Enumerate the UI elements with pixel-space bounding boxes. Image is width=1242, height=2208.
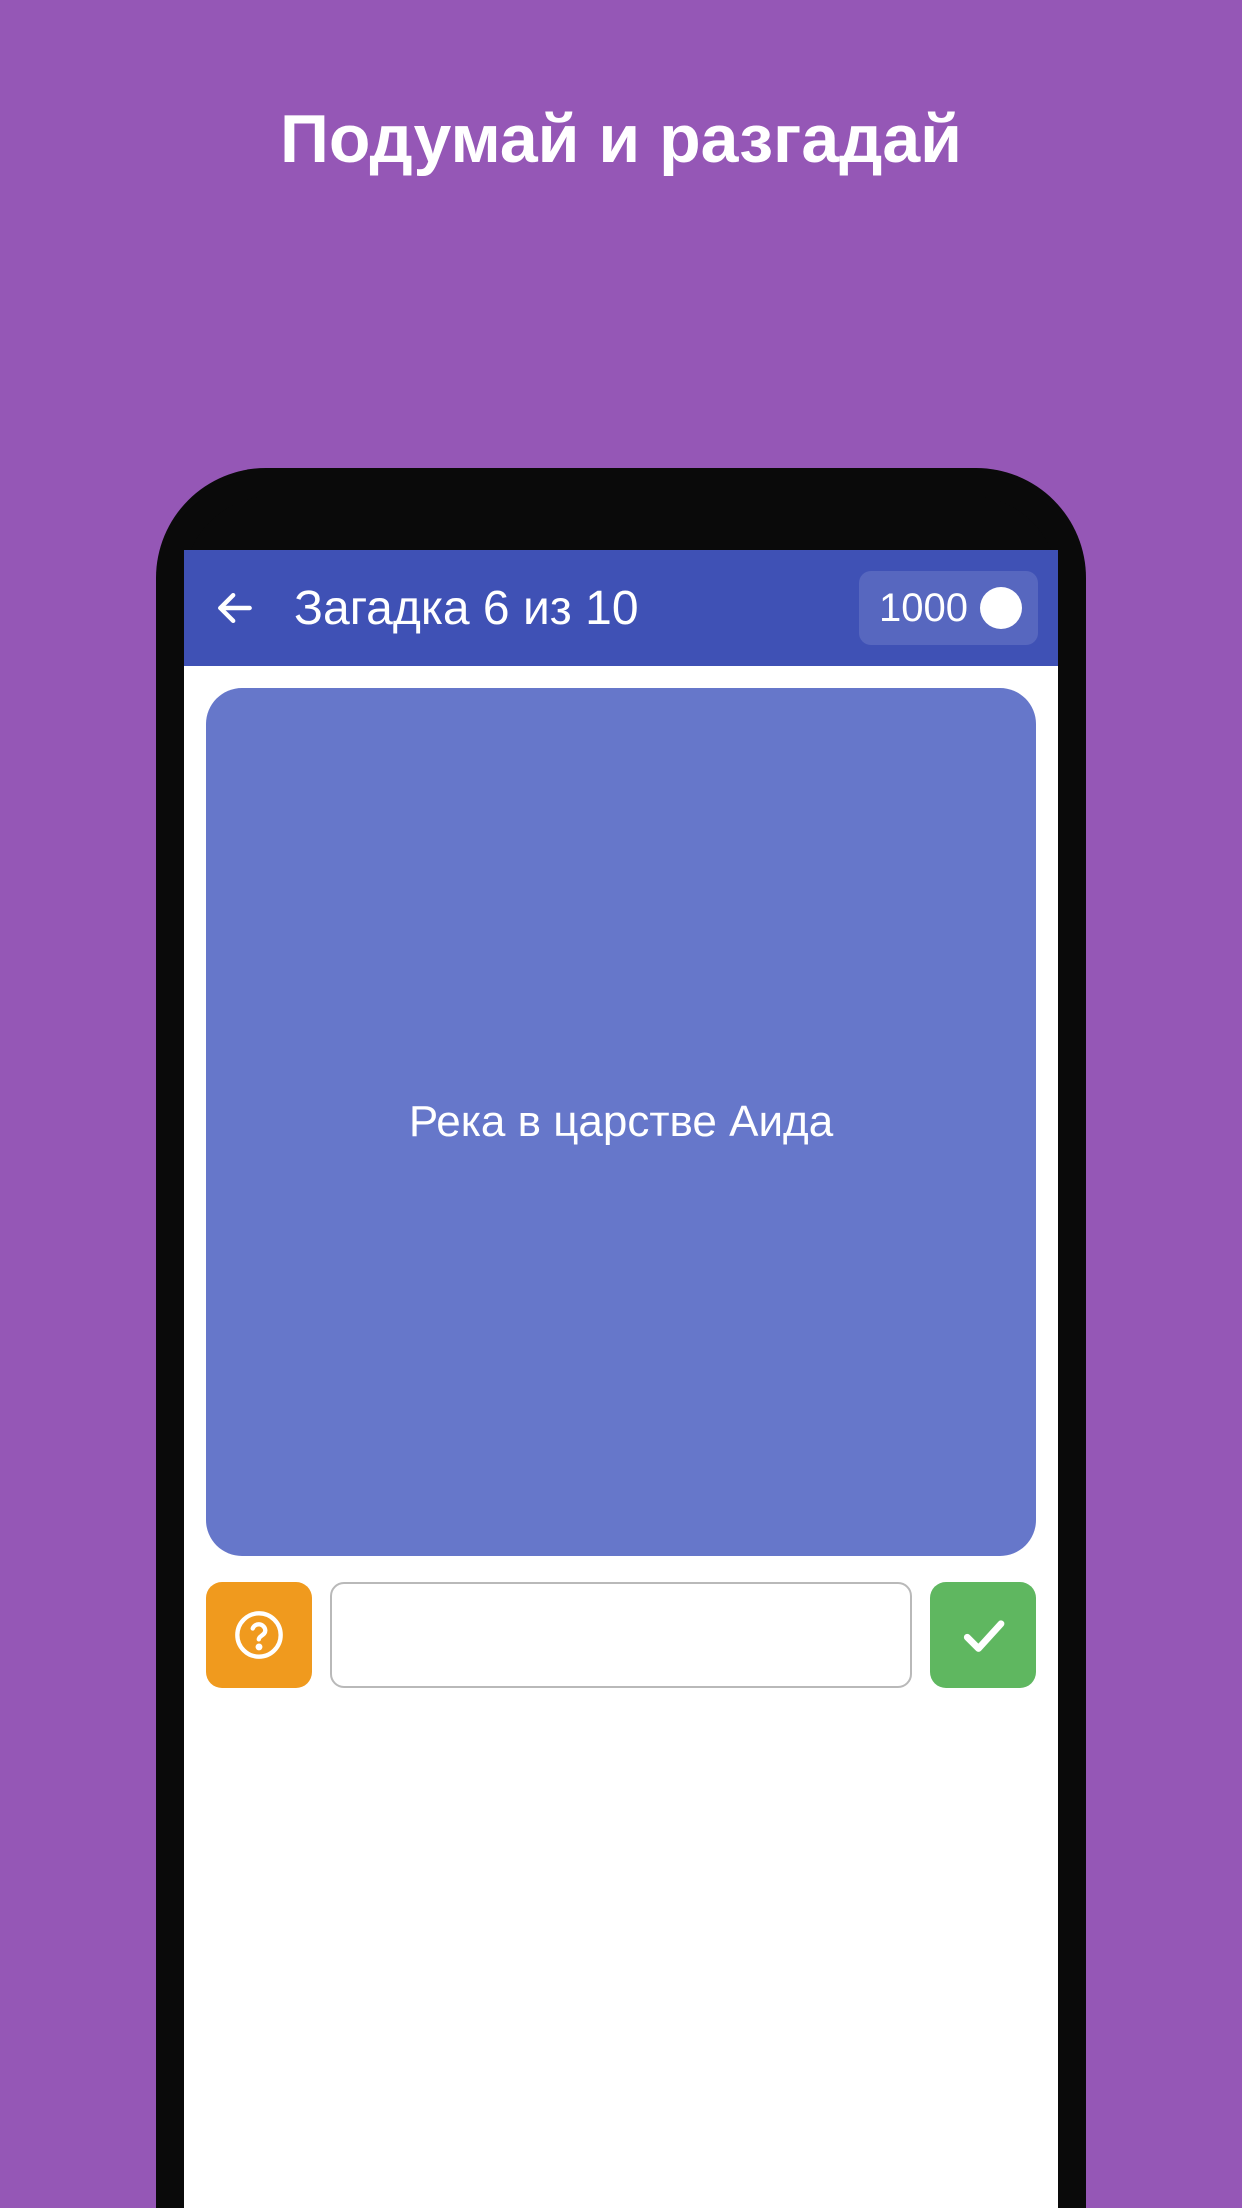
app-title: Загадка 6 из 10 — [294, 581, 825, 636]
coin-badge[interactable]: 1000 — [859, 571, 1038, 645]
hint-button[interactable] — [206, 1582, 312, 1688]
arrow-left-icon — [213, 586, 257, 630]
submit-button[interactable] — [930, 1582, 1036, 1688]
riddle-card: Река в царстве Аида — [206, 688, 1036, 1556]
help-icon — [233, 1609, 285, 1661]
coin-icon — [980, 587, 1022, 629]
app-screen: Загадка 6 из 10 1000 Река в царстве Аида — [184, 550, 1058, 2208]
content-area: Река в царстве Аида — [184, 666, 1058, 2208]
phone-inner: Загадка 6 из 10 1000 Река в царстве Аида — [184, 496, 1058, 2208]
app-bar: Загадка 6 из 10 1000 — [184, 550, 1058, 666]
answer-input[interactable] — [330, 1582, 912, 1688]
coin-value: 1000 — [879, 586, 968, 631]
check-icon — [956, 1608, 1010, 1662]
promo-title: Подумай и разгадай — [0, 100, 1242, 178]
back-button[interactable] — [210, 583, 260, 633]
phone-frame: Загадка 6 из 10 1000 Река в царстве Аида — [156, 468, 1086, 2208]
input-row — [206, 1582, 1036, 1688]
riddle-text: Река в царстве Аида — [409, 1097, 833, 1147]
